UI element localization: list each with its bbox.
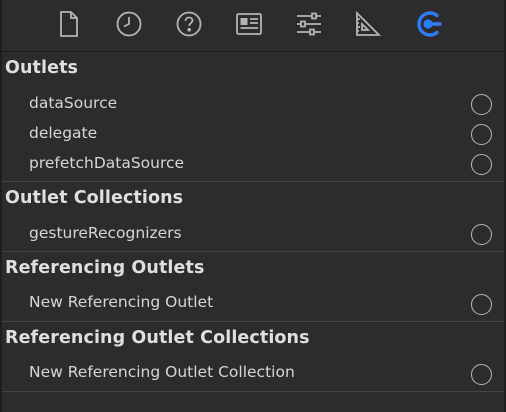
section-divider	[2, 321, 504, 322]
referencing-outlet-collection-label: New Referencing Outlet Collection	[29, 363, 295, 381]
outlet-label: dataSource	[29, 94, 118, 112]
referencing-outlet-connection-circle[interactable]	[471, 294, 492, 315]
attributes-inspector-tab[interactable]	[293, 8, 325, 40]
outlet-collection-connection-circle[interactable]	[471, 224, 492, 245]
history-inspector-tab[interactable]	[113, 8, 145, 40]
section-outlets-header: Outlets	[5, 58, 79, 78]
identity-icon	[235, 12, 263, 36]
quick-help-tab[interactable]	[173, 8, 205, 40]
referencing-outlet-label: New Referencing Outlet	[29, 293, 214, 311]
outlet-label: delegate	[29, 124, 98, 142]
section-referencing-outlets-header: Referencing Outlets	[5, 258, 205, 278]
connections-inspector-tab[interactable]	[412, 8, 444, 40]
section-divider	[2, 391, 504, 392]
section-divider	[2, 181, 504, 182]
inspector-toolbar	[2, 0, 504, 52]
outlet-connection-circle[interactable]	[471, 94, 492, 115]
file-icon	[58, 10, 80, 38]
ruler-icon	[354, 10, 382, 38]
outlet-connection-circle[interactable]	[471, 154, 492, 175]
connections-inspector: Outlets dataSource delegate prefetchData…	[0, 0, 506, 412]
size-inspector-tab[interactable]	[352, 8, 384, 40]
section-outlet-collections-header: Outlet Collections	[5, 188, 184, 208]
outlet-label: prefetchDataSource	[29, 154, 185, 172]
connections-icon	[413, 9, 443, 39]
file-inspector-tab[interactable]	[53, 8, 85, 40]
sliders-icon	[295, 10, 323, 38]
help-icon	[175, 10, 203, 38]
referencing-outlet-collection-connection-circle[interactable]	[471, 364, 492, 385]
clock-icon	[115, 10, 143, 38]
outlet-collection-label: gestureRecognizers	[29, 224, 182, 242]
identity-inspector-tab[interactable]	[233, 8, 265, 40]
outlet-connection-circle[interactable]	[471, 124, 492, 145]
section-referencing-outlet-collections-header: Referencing Outlet Collections	[5, 328, 310, 348]
section-divider	[2, 251, 504, 252]
